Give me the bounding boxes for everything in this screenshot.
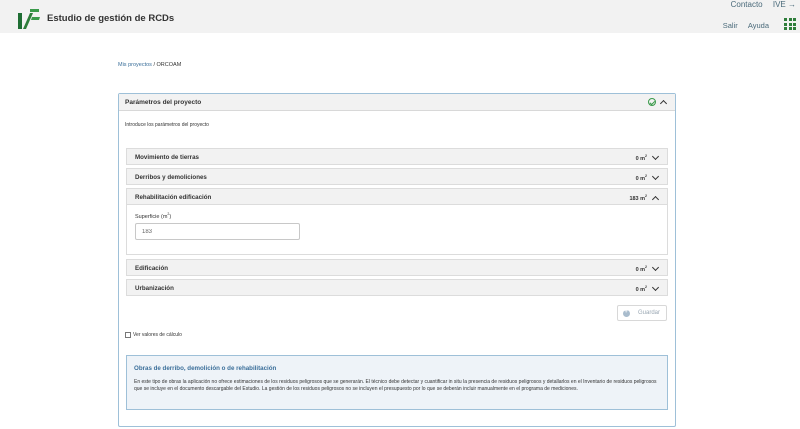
section-edificacion[interactable]: Edificación 0 m2	[126, 259, 668, 276]
section-movimiento-de-tierras[interactable]: Movimiento de tierras 0 m2	[126, 148, 668, 165]
panel-intro: Introduce los parámetros del proyecto	[125, 122, 209, 128]
calc-values-checkbox[interactable]	[125, 332, 131, 338]
chevron-down-icon[interactable]	[651, 172, 660, 181]
breadcrumb-current: ORCOAM	[156, 62, 182, 68]
section-label: Derribos y demoliciones	[135, 174, 207, 181]
section-value: 0 m2	[635, 285, 647, 293]
plus-circle-icon	[623, 309, 630, 317]
section-value: 0 m2	[635, 154, 647, 162]
info-box: Obras de derribo, demolición o de rehabi…	[126, 355, 668, 410]
check-circle-icon	[648, 98, 656, 106]
info-text: En este tipo de obras la aplicación no o…	[134, 379, 657, 392]
section-label: Edificación	[135, 265, 169, 272]
section-label: Rehabilitación edificación	[135, 194, 212, 201]
section-rehabilitacion-body: Superficie (m2)	[126, 205, 668, 255]
chevron-down-icon[interactable]	[651, 152, 660, 161]
breadcrumb: Mis proyectos / ORCOAM	[118, 62, 181, 68]
section-urbanizacion[interactable]: Urbanización 0 m2	[126, 279, 668, 296]
surface-input[interactable]	[135, 223, 300, 240]
contact-link[interactable]: Contacto	[731, 0, 763, 9]
panel-title: Parámetros del proyecto	[125, 99, 202, 106]
top-links: Contacto IVE →	[723, 0, 796, 9]
chevron-up-icon[interactable]	[651, 195, 660, 204]
app-title: Estudio de gestión de RCDs	[47, 13, 175, 24]
chevron-down-icon[interactable]	[651, 283, 660, 292]
project-parameters-panel: Parámetros del proyecto Introduce los pa…	[118, 93, 676, 427]
grid-icon[interactable]	[784, 18, 796, 30]
panel-header[interactable]: Parámetros del proyecto	[119, 94, 675, 111]
section-value: 183 m2	[629, 194, 647, 202]
calc-values-label[interactable]: Ver valores de cálculo	[133, 332, 182, 338]
logout-link[interactable]: Salir	[723, 21, 738, 30]
breadcrumb-projects-link[interactable]: Mis proyectos	[118, 62, 152, 68]
save-button-label: Guardar	[637, 310, 660, 316]
section-label: Movimiento de tierras	[135, 154, 199, 161]
section-value: 0 m2	[635, 265, 647, 273]
user-links: Salir Ayuda	[715, 21, 769, 30]
chevron-up-icon[interactable]	[659, 99, 668, 108]
info-title: Obras de derribo, demolición o de rehabi…	[134, 365, 277, 372]
ive-logo-icon[interactable]	[18, 9, 40, 29]
section-rehabilitacion-edificacion[interactable]: Rehabilitación edificación 183 m2	[126, 188, 668, 205]
save-button[interactable]: Guardar	[617, 305, 667, 321]
help-link[interactable]: Ayuda	[748, 21, 769, 30]
surface-label: Superficie (m2)	[135, 212, 172, 220]
section-value: 0 m2	[635, 174, 647, 182]
ive-link[interactable]: IVE →	[773, 0, 796, 9]
section-label: Urbanización	[135, 285, 174, 292]
chevron-down-icon[interactable]	[651, 263, 660, 272]
section-derribos-y-demoliciones[interactable]: Derribos y demoliciones 0 m2	[126, 168, 668, 185]
top-header: Estudio de gestión de RCDs Contacto IVE …	[0, 0, 800, 33]
